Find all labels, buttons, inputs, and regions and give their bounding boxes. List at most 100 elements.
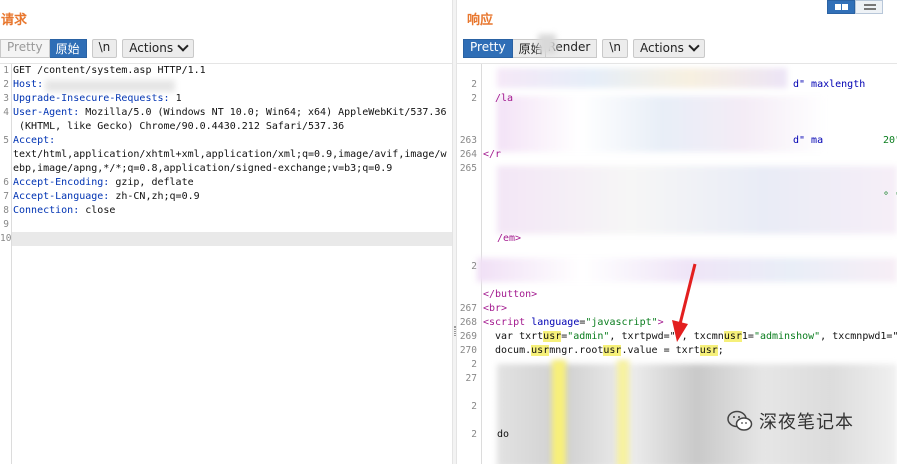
header-value: 1 xyxy=(169,93,182,104)
code-text: User-Agent: Mozilla/5.0 (Windows NT 10.0… xyxy=(13,106,447,120)
response-tab-pretty[interactable]: Pretty xyxy=(463,38,513,58)
code-token: , txrtpwd=" xyxy=(609,331,676,342)
response-line xyxy=(457,64,897,78)
code-token: <br> xyxy=(483,303,508,314)
chevron-down-icon xyxy=(688,40,700,52)
code-text: Host: xyxy=(13,78,43,92)
line-number: 270 xyxy=(459,345,477,356)
chevron-down-icon xyxy=(177,40,189,52)
request-tab-pretty[interactable]: Pretty xyxy=(0,38,50,58)
request-line: 6 Accept-Encoding: gzip, deflate xyxy=(0,176,452,190)
response-line: 264 </r xyxy=(457,148,897,162)
watermark: 深夜笔记本 xyxy=(727,408,854,434)
code-text: text/html,application/xhtml+xml,applicat… xyxy=(13,149,447,160)
line-number: 27 xyxy=(465,373,477,384)
redaction-blur xyxy=(45,80,175,92)
code-text: <script language="javascript"> xyxy=(483,317,664,328)
request-line: (KHTML, like Gecko) Chrome/90.0.4430.212… xyxy=(0,120,452,134)
code-token: , txcmnpwd1=" xyxy=(820,331,897,342)
header-value: Mozilla/5.0 (Windows NT 10.0; Win64; x64… xyxy=(79,107,447,118)
code-token: .value = txrt xyxy=(621,345,700,356)
line-number: 6 xyxy=(3,177,9,188)
code-token: ; xyxy=(717,345,724,356)
response-line xyxy=(457,386,897,400)
request-lines: 1 GET /content/system.asp HTTP/1.1 2 Host: 3… xyxy=(0,64,452,246)
response-title: 响应 xyxy=(467,13,494,28)
header-value: zh-CN,zh;q=0.9 xyxy=(109,191,200,202)
line-number: 2 xyxy=(471,401,477,412)
request-line: 8 Connection: close xyxy=(0,204,452,218)
line-number: 9 xyxy=(3,219,9,230)
header-name: Accept-Language: xyxy=(13,191,110,202)
header-name: Connection: xyxy=(13,205,80,216)
request-actions-label: Actions xyxy=(129,41,174,55)
request-editor[interactable]: 1 GET /content/system.asp HTTP/1.1 2 Host: 3… xyxy=(0,63,452,464)
response-pane: 响应 Pretty 原始 Render \n Actions 2 d" maxle… xyxy=(457,0,897,464)
code-token: usr xyxy=(603,345,622,356)
code-token: 1= xyxy=(741,331,754,342)
header-name: User-Agent: xyxy=(13,107,80,118)
request-line: 1 GET /content/system.asp HTTP/1.1 xyxy=(0,64,452,78)
code-text: (KHTML, like Gecko) Chrome/90.0.4430.212… xyxy=(13,121,345,132)
code-token: usr xyxy=(543,331,562,342)
layout-side-by-side-icon[interactable] xyxy=(827,0,855,14)
response-line: 263 d" ma 20" xyxy=(457,134,897,148)
code-token: <script xyxy=(483,317,526,328)
code-token: "adminshow" xyxy=(753,331,821,342)
line-number: 269 xyxy=(459,331,477,342)
request-line: 5 Accept: xyxy=(0,134,452,148)
request-pane: 请求 Pretty 原始 \n Actions 1 GET /content/sy… xyxy=(0,0,452,464)
code-text: Accept-Language: zh-CN,zh;q=0.9 xyxy=(13,190,200,204)
code-token: usr xyxy=(699,345,718,356)
code-text: ebp,image/apng,*/*;q=0.8,application/sig… xyxy=(13,163,393,174)
line-number: 10 xyxy=(0,233,12,244)
code-text: Connection: close xyxy=(13,204,115,218)
request-line: 3 Upgrade-Insecure-Requests: 1 xyxy=(0,92,452,106)
code-text: GET /content/system.asp HTTP/1.1 xyxy=(13,65,206,76)
code-token: </button> xyxy=(483,289,538,300)
code-text: docum.usrmngr.rootusr.value = txrtusr; xyxy=(495,344,724,358)
response-line: 265 xyxy=(457,162,897,176)
code-token: d" ma xyxy=(793,135,824,146)
response-line: 2 d" maxlength xyxy=(457,78,897,92)
line-number: 267 xyxy=(459,303,477,314)
response-actions-label: Actions xyxy=(640,41,684,55)
line-number: 2 xyxy=(3,79,9,90)
code-token: > xyxy=(657,317,664,328)
request-line: 4 User-Agent: Mozilla/5.0 (Windows NT 10.… xyxy=(0,106,452,120)
code-token: docum xyxy=(495,345,526,356)
code-token: "admin" xyxy=(567,331,610,342)
splitter-grip-icon[interactable] xyxy=(454,326,456,336)
header-name: Host: xyxy=(13,79,44,90)
line-number: 2 xyxy=(471,359,477,370)
line-number: 265 xyxy=(459,163,477,174)
response-line xyxy=(457,246,897,260)
request-actions-button[interactable]: Actions xyxy=(122,38,195,58)
line-number: 8 xyxy=(3,205,9,216)
request-line: 10 xyxy=(0,232,452,246)
layout-stacked-icon[interactable] xyxy=(855,0,883,14)
line-number: 7 xyxy=(3,191,9,202)
line-number: 2 xyxy=(471,429,477,440)
line-number: 1 xyxy=(3,65,9,76)
response-actions-button[interactable]: Actions xyxy=(633,38,705,58)
code-text: Upgrade-Insecure-Requests: 1 xyxy=(13,92,182,106)
request-line: text/html,application/xhtml+xml,applicat… xyxy=(0,148,452,162)
code-token: ° "~" xyxy=(883,191,897,202)
request-toolbar: Pretty 原始 \n Actions xyxy=(0,38,195,58)
current-line-highlight xyxy=(12,232,452,246)
header-name: Upgrade-Insecure-Requests: xyxy=(13,93,170,104)
code-token: language xyxy=(531,317,580,328)
response-line: 2 xyxy=(457,358,897,372)
request-line: 9 xyxy=(0,218,452,232)
request-newline-toggle[interactable]: \n xyxy=(91,38,118,58)
watermark-text: 深夜笔记本 xyxy=(759,412,854,433)
response-line xyxy=(457,120,897,134)
request-tab-raw[interactable]: 原始 xyxy=(49,38,87,58)
line-number: 2 xyxy=(471,79,477,90)
request-line: 7 Accept-Language: zh-CN,zh;q=0.9 xyxy=(0,190,452,204)
code-token: "javascript" xyxy=(585,317,658,328)
line-number: 268 xyxy=(459,317,477,328)
response-newline-toggle[interactable]: \n xyxy=(602,38,628,58)
line-number: 2 xyxy=(471,93,477,104)
